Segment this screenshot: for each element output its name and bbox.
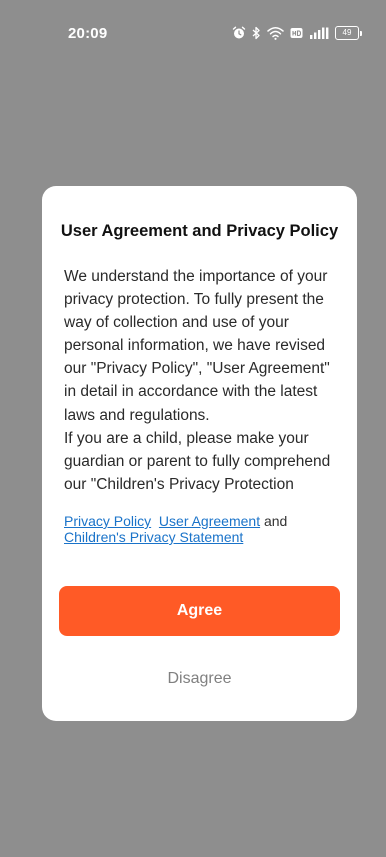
privacy-policy-link[interactable]: Privacy Policy <box>64 513 151 529</box>
status-bar: 20:09 49 <box>0 0 386 64</box>
body-paragraph-children: If you are a child, please make your gua… <box>64 429 331 493</box>
childrens-privacy-link[interactable]: Children's Privacy Statement <box>64 529 243 545</box>
hd-icon <box>290 27 303 39</box>
screen: 20:09 49 User Agreement and Privacy Poli… <box>0 0 386 857</box>
agree-button[interactable]: Agree <box>59 586 340 636</box>
user-agreement-link[interactable]: User Agreement <box>159 513 260 529</box>
links-connector: and <box>263 513 288 529</box>
battery-tip <box>360 30 362 36</box>
battery-level: 49 <box>335 26 359 40</box>
status-time: 20:09 <box>68 25 108 42</box>
disagree-button[interactable]: Disagree <box>59 664 340 694</box>
body-paragraph-privacy: We understand the importance of your pri… <box>64 268 330 424</box>
dialog-title: User Agreement and Privacy Policy <box>60 222 339 240</box>
dialog-body[interactable]: We understand the importance of your pri… <box>64 265 340 496</box>
status-icons: 49 <box>232 23 362 43</box>
alarm-icon <box>232 26 246 40</box>
bluetooth-icon <box>252 26 261 40</box>
policy-links: Privacy Policy User Agreement and Childr… <box>64 513 344 545</box>
5g-signal-icon <box>309 26 329 40</box>
agreement-dialog: User Agreement and Privacy Policy We und… <box>42 186 357 721</box>
battery-icon: 49 <box>335 26 362 40</box>
wifi-icon <box>267 26 284 40</box>
